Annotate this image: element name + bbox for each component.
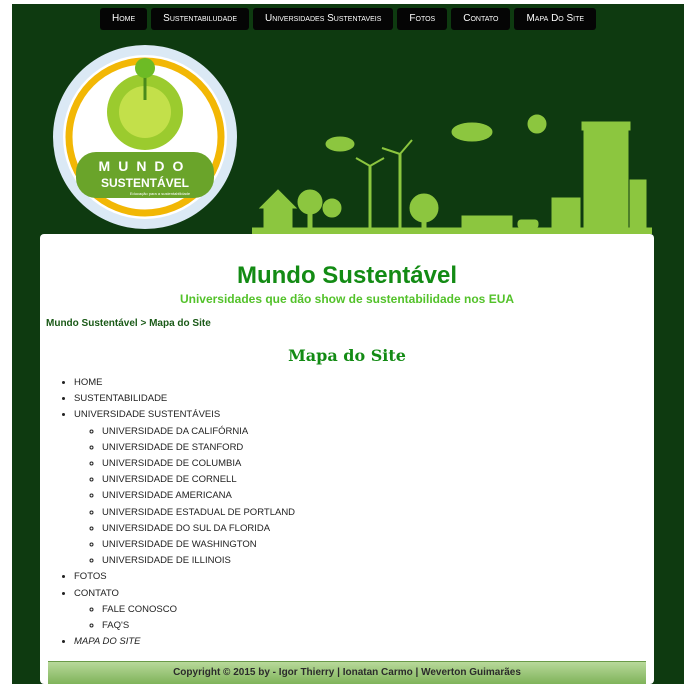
site-logo[interactable]: MUNDO SUSTENTÁVEL Educação para a susten… <box>48 40 243 235</box>
sitemap-link-portland[interactable]: UNIVERSIDADE ESTADUAL DE PORTLAND <box>102 507 295 518</box>
sitemap-item-home: HOME <box>74 375 295 391</box>
sitemap-item-contato: CONTATO FALE CONOSCO FAQ'S <box>74 586 295 635</box>
sitemap-link-contato[interactable]: CONTATO <box>74 588 119 599</box>
sitemap-link-stanford[interactable]: UNIVERSIDADE DE STANFORD <box>102 442 243 453</box>
nav-item-home[interactable]: Home <box>100 8 148 30</box>
nav-item-universidades[interactable]: Universidades Sustentaveis <box>253 8 394 30</box>
footer: Copyright © 2015 by - Igor Thierry | Ion… <box>48 661 646 684</box>
logo-tagline: Educação para a sustentabilidade <box>130 191 191 196</box>
sitemap-item-mapa: MAPA DO SITE <box>74 634 295 650</box>
sitemap-link-columbia[interactable]: UNIVERSIDADE DE COLUMBIA <box>102 458 241 469</box>
sitemap-link-home[interactable]: HOME <box>74 377 103 388</box>
breadcrumb-current: Mapa do Site <box>149 318 211 329</box>
breadcrumb-separator: > <box>137 318 150 329</box>
sitemap-link-universidades[interactable]: UNIVERSIDADE SUSTENTÁVEIS <box>74 409 220 420</box>
sitemap-subitem: UNIVERSIDADE DE CORNELL <box>102 472 295 488</box>
page-title: Mapa do Site <box>288 346 406 365</box>
main-content: Mundo Sustentável Universidades que dão … <box>40 234 654 684</box>
sitemap-link-fale-conosco[interactable]: FALE CONOSCO <box>102 604 177 615</box>
sitemap-universidades-sublist: UNIVERSIDADE DA CALIFÓRNIA UNIVERSIDADE … <box>74 424 295 570</box>
sitemap-subitem: UNIVERSIDADE ESTADUAL DE PORTLAND <box>102 505 295 521</box>
breadcrumb: Mundo Sustentável > Mapa do Site <box>46 318 211 329</box>
nav-item-contato[interactable]: Contato <box>451 8 511 30</box>
sitemap-item-universidades: UNIVERSIDADE SUSTENTÁVEIS UNIVERSIDADE D… <box>74 407 295 569</box>
sitemap-subitem: UNIVERSIDADE AMERICANA <box>102 488 295 504</box>
sitemap-contato-sublist: FALE CONOSCO FAQ'S <box>74 602 295 634</box>
sitemap-link-sul-da-florida[interactable]: UNIVERSIDADE DO SUL DA FLORIDA <box>102 523 270 534</box>
nav-item-mapa-do-site[interactable]: Mapa Do Site <box>514 8 597 30</box>
sitemap-link-sustentabilidade[interactable]: SUSTENTABILIDADE <box>74 393 167 404</box>
logo-text-line2: SUSTENTÁVEL <box>101 175 189 190</box>
nav-item-sustentabilidade[interactable]: Sustentabiludade <box>151 8 250 30</box>
site-subtitle: Universidades que dão show de sustentabi… <box>179 292 515 306</box>
sitemap-item-fotos: FOTOS <box>74 569 295 585</box>
sitemap-link-fotos[interactable]: FOTOS <box>74 571 107 582</box>
site-title: Mundo Sustentável <box>236 262 458 289</box>
sitemap-link-americana[interactable]: UNIVERSIDADE AMERICANA <box>102 490 232 501</box>
sitemap-subitem: UNIVERSIDADE DE COLUMBIA <box>102 456 295 472</box>
page-frame: Home Sustentabiludade Universidades Sust… <box>12 4 684 684</box>
sitemap-link-mapa[interactable]: MAPA DO SITE <box>74 636 141 647</box>
sitemap-link-faqs[interactable]: FAQ'S <box>102 620 129 631</box>
sitemap-subitem: UNIVERSIDADE DO SUL DA FLORIDA <box>102 521 295 537</box>
sitemap-link-washington[interactable]: UNIVERSIDADE DE WASHINGTON <box>102 539 257 550</box>
footer-copyright: Copyright © 2015 by - Igor Thierry | Ion… <box>173 667 521 678</box>
breadcrumb-home-link[interactable]: Mundo Sustentável <box>46 318 138 329</box>
sitemap-subitem: UNIVERSIDADE DE ILLINOIS <box>102 553 295 569</box>
sitemap-link-cornell[interactable]: UNIVERSIDADE DE CORNELL <box>102 474 237 485</box>
sitemap-link-california[interactable]: UNIVERSIDADE DA CALIFÓRNIA <box>102 426 248 437</box>
sitemap-subitem: UNIVERSIDADE DE WASHINGTON <box>102 537 295 553</box>
sitemap-subitem: UNIVERSIDADE DE STANFORD <box>102 440 295 456</box>
sitemap-subitem: FALE CONOSCO <box>102 602 295 618</box>
green-city-illustration <box>252 114 652 234</box>
sitemap-list: HOME SUSTENTABILIDADE UNIVERSIDADE SUSTE… <box>62 375 295 650</box>
top-nav: Home Sustentabiludade Universidades Sust… <box>100 8 597 30</box>
logo-text-line1: MUNDO <box>99 158 192 174</box>
sitemap-link-illinois[interactable]: UNIVERSIDADE DE ILLINOIS <box>102 555 231 566</box>
sitemap-subitem: FAQ'S <box>102 618 295 634</box>
nav-item-fotos[interactable]: Fotos <box>397 8 448 30</box>
sitemap-subitem: UNIVERSIDADE DA CALIFÓRNIA <box>102 424 295 440</box>
sitemap-item-sustentabilidade: SUSTENTABILIDADE <box>74 391 295 407</box>
